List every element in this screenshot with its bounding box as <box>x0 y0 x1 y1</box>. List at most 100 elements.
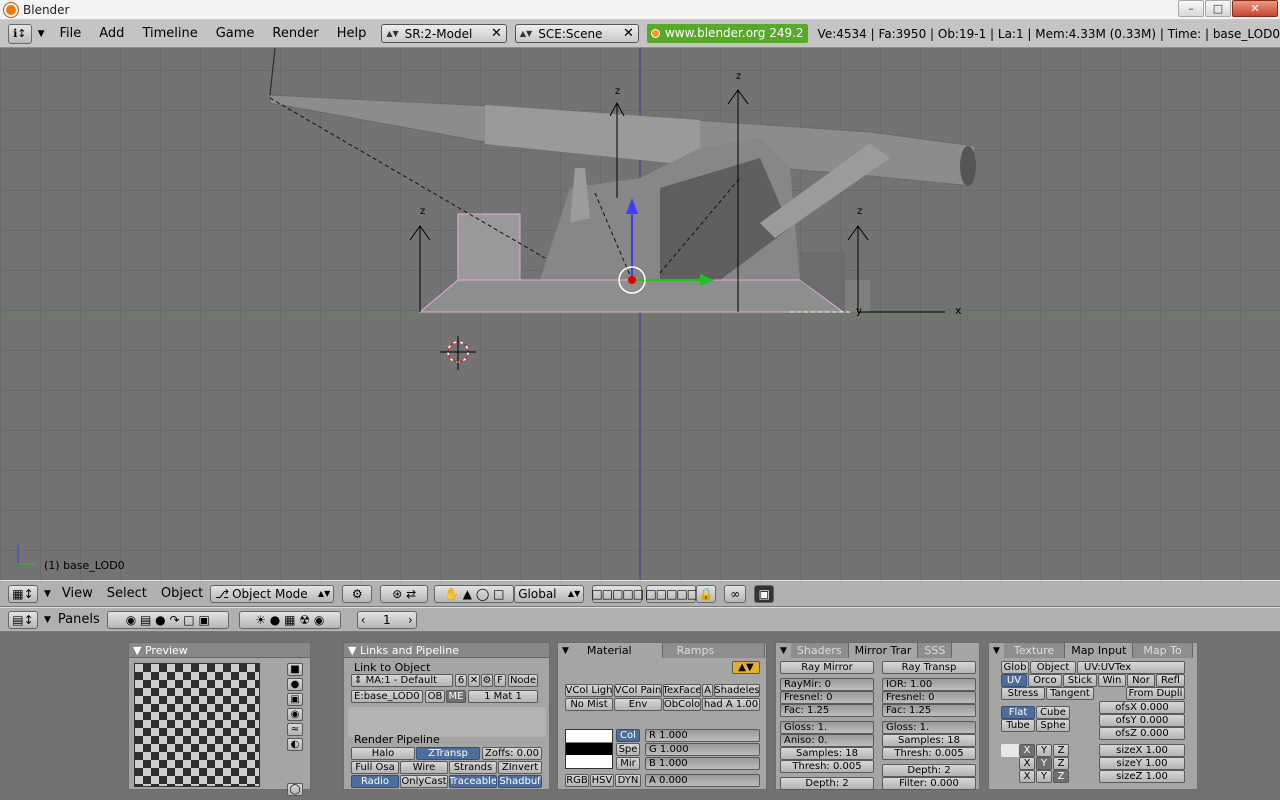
material-unlink-icon[interactable]: ✕ <box>468 674 480 687</box>
menu-object[interactable]: Object <box>154 586 210 601</box>
render-preview-icon[interactable]: ▣ <box>754 584 775 603</box>
color-swatches[interactable] <box>565 729 613 769</box>
mirror-aniso-slider[interactable]: Aniso: 0. <box>780 734 874 747</box>
map-z-to-z[interactable]: Z <box>1053 770 1069 783</box>
flat-projection-button[interactable]: Flat <box>1001 706 1035 719</box>
sizex-field[interactable]: sizeX 1.00 <box>1099 744 1185 757</box>
menu-view[interactable]: View <box>55 586 100 601</box>
buttons-editor-type-icon[interactable]: ▤↕ <box>8 610 38 629</box>
ztransp-button[interactable]: ZTransp <box>416 747 480 760</box>
mirror-depth-field[interactable]: Depth: 2 <box>780 777 874 790</box>
links-panel-header[interactable]: ▼ Links and Pipeline <box>344 643 549 658</box>
menu-help[interactable]: Help <box>328 26 376 41</box>
mirror-fac-slider[interactable]: Fac: 1.25 <box>780 704 874 717</box>
preview-sky-icon[interactable]: ◐ <box>287 738 303 751</box>
shadeless-button[interactable]: Shadeles <box>714 684 760 697</box>
stick-button[interactable]: Stick <box>1063 674 1097 687</box>
tab-mirror-transp[interactable]: Mirror Trar <box>848 643 919 658</box>
shadbuf-button[interactable]: Shadbuf <box>498 775 542 788</box>
win-button[interactable]: Win <box>1098 674 1126 687</box>
tab-texture[interactable]: Texture <box>1003 643 1066 658</box>
map-y-to-x[interactable]: X <box>1019 757 1035 770</box>
transp-gloss-slider[interactable]: Gloss: 1. <box>882 721 976 734</box>
orco-button[interactable]: Orco <box>1028 674 1062 687</box>
link-me-button[interactable]: ME <box>446 690 466 703</box>
collapse-panels-menu-icon[interactable]: ▼ <box>44 615 51 625</box>
shad-alpha-field[interactable]: had A 1.00 <box>702 698 760 711</box>
sizez-field[interactable]: sizeZ 1.00 <box>1099 770 1185 783</box>
preview-plane-icon[interactable]: ■ <box>287 663 303 676</box>
env-button[interactable]: Env <box>614 698 662 711</box>
red-slider[interactable]: R 1.000 <box>645 729 760 742</box>
collapse-arrow-icon[interactable]: ▼ <box>776 643 791 658</box>
transp-filter-field[interactable]: Filter: 0.000 <box>882 777 976 790</box>
frame-number-field[interactable]: ‹ 1 › <box>356 610 417 629</box>
col-button[interactable]: Col <box>616 729 640 742</box>
radio-button[interactable]: Radio <box>351 775 399 788</box>
raymir-slider[interactable]: RayMir: 0 <box>780 678 874 691</box>
tangent-button[interactable]: Tangent <box>1046 687 1094 700</box>
info-window-type-icon[interactable]: ℹ↕ <box>8 23 32 44</box>
context-buttons[interactable]: ◉ ▤ ● ↷ □ ▣ <box>106 610 229 629</box>
ofsy-field[interactable]: ofsY 0.000 <box>1099 714 1185 727</box>
material-browse-icon[interactable]: ⇕ <box>354 675 366 686</box>
glob-button[interactable]: Glob <box>1001 661 1029 674</box>
snap-icon[interactable]: ∞ <box>724 584 747 603</box>
close-window-button[interactable]: ✕ <box>1232 0 1278 17</box>
tab-map-input[interactable]: Map Input <box>1065 643 1134 658</box>
hsv-mode-button[interactable]: HSV <box>590 774 614 787</box>
stress-button[interactable]: Stress <box>1001 687 1045 700</box>
map-z-to-y[interactable]: Y <box>1036 770 1052 783</box>
mirror-thresh-field[interactable]: Thresh: 0.005 <box>780 760 874 773</box>
preview-panel-header[interactable]: ▼ Preview <box>129 643 310 658</box>
material-users-count[interactable]: 6 <box>455 674 467 687</box>
zinvert-button[interactable]: ZInvert <box>498 761 542 774</box>
ray-mirror-button[interactable]: Ray Mirror <box>780 661 874 674</box>
collapse-view-menu-icon[interactable]: ▼ <box>44 589 51 599</box>
cube-projection-button[interactable]: Cube <box>1036 706 1070 719</box>
map-y-to-y[interactable]: Y <box>1036 757 1052 770</box>
transp-thresh-field[interactable]: Thresh: 0.005 <box>882 747 976 760</box>
refl-button[interactable]: Refl <box>1156 674 1185 687</box>
layer-buttons-2[interactable]: □□□□□ <box>645 584 698 603</box>
pivot-point-icon[interactable]: ⊛ ⇄ <box>380 584 429 603</box>
sphere-projection-button[interactable]: Sphe <box>1036 719 1070 732</box>
material-fake-button[interactable]: F <box>494 674 506 687</box>
spe-button[interactable]: Spe <box>616 743 640 756</box>
blue-slider[interactable]: B 1.000 <box>645 757 760 770</box>
transp-samples-field[interactable]: Samples: 18 <box>882 734 976 747</box>
ofsz-field[interactable]: ofsZ 0.000 <box>1099 727 1185 740</box>
preview-hair-icon[interactable]: ≈ <box>287 723 303 736</box>
map-y-to-z[interactable]: Z <box>1053 757 1069 770</box>
menu-file[interactable]: File <box>51 26 91 41</box>
screen-browse-icon[interactable]: ▲▼ <box>386 29 398 38</box>
material-selector[interactable]: ⇕ MA:1 - Default <box>351 674 453 687</box>
menu-select[interactable]: Select <box>100 586 154 601</box>
editor-type-grid-icon[interactable]: ▦↕ <box>8 584 38 603</box>
wire-button[interactable]: Wire <box>400 761 448 774</box>
nor-button[interactable]: Nor <box>1127 674 1155 687</box>
mode-selector[interactable]: ⎇ Object Mode ▲▼ <box>210 584 335 603</box>
map-z-to-x[interactable]: X <box>1019 770 1035 783</box>
menu-game[interactable]: Game <box>207 26 264 41</box>
preview-sphere-icon[interactable]: ● <box>287 678 303 691</box>
preview-render-icon[interactable]: ◯ <box>287 783 303 796</box>
blender-website-link[interactable]: www.blender.org 249.2 <box>646 24 808 43</box>
traceable-button[interactable]: Traceable <box>449 775 497 788</box>
collapse-arrow-icon[interactable]: ▼ <box>558 643 573 658</box>
material-node-button[interactable]: Node <box>508 674 538 687</box>
frame-decrement-icon[interactable]: ‹ <box>361 613 366 627</box>
vcol-light-button[interactable]: VCol Ligh <box>565 684 613 697</box>
preview-type-buttons[interactable]: ■ ● ▣ ◉ ≈ ◐ <box>287 663 303 751</box>
mirror-gloss-slider[interactable]: Gloss: 1. <box>780 721 874 734</box>
green-slider[interactable]: G 1.000 <box>645 743 760 756</box>
subcontext-buttons[interactable]: ☀ ● ▦ ☢ ◉ <box>238 610 341 629</box>
material-index-field[interactable]: 1 Mat 1 <box>468 690 538 703</box>
uv-layer-field[interactable]: UV:UVTex <box>1077 661 1185 674</box>
halo-button[interactable]: Halo <box>351 747 415 760</box>
transp-depth-field[interactable]: Depth: 2 <box>882 764 976 777</box>
texface-button[interactable]: TexFace <box>663 684 701 697</box>
menu-add[interactable]: Add <box>90 26 133 41</box>
mir-button[interactable]: Mir <box>616 757 640 770</box>
ray-transp-button[interactable]: Ray Transp <box>882 661 976 674</box>
